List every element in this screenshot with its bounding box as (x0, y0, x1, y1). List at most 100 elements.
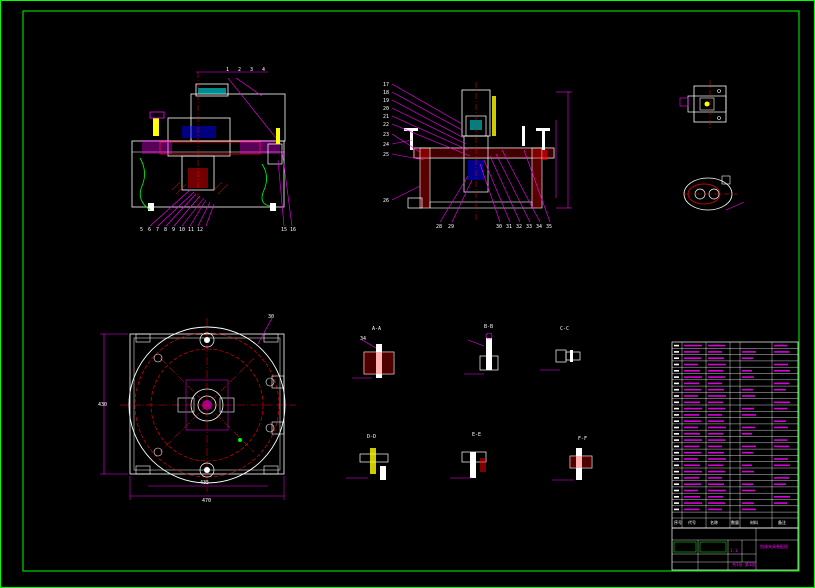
parts-list-entry-mark (742, 445, 756, 448)
section-label-b-b: B-B (484, 324, 493, 330)
callout-15: 15 (281, 227, 287, 233)
header-no: 序号 (674, 519, 682, 525)
callout-12: 12 (197, 227, 203, 233)
callout-11: 11 (188, 227, 194, 233)
parts-list-index-mark (674, 426, 679, 429)
callout-32: 32 (516, 224, 522, 230)
parts-list-index-mark (674, 489, 679, 492)
parts-list-entry-mark (708, 439, 725, 441)
parts-list-table (671, 341, 799, 529)
parts-list-entry-mark (774, 464, 790, 467)
plan-dimension-width: 470 (202, 498, 211, 504)
front-view (131, 71, 293, 227)
parts-list-index-mark (674, 433, 679, 435)
callout-24: 24 (383, 142, 389, 148)
parts-list-entry-mark (774, 351, 789, 353)
parts-list-entry-mark (708, 363, 726, 366)
detail-view-bottom (683, 175, 745, 211)
parts-list-entry-mark (684, 363, 698, 366)
title-block-name: 钻床夹具装配图 (760, 543, 788, 549)
callout-25: 25 (383, 152, 389, 158)
callout-3: 3 (250, 67, 253, 73)
parts-list-entry-mark (684, 370, 700, 372)
parts-list-entry-mark (774, 477, 789, 479)
side-view (391, 82, 572, 223)
parts-list-entry-mark (742, 451, 753, 454)
parts-list-entry-mark (742, 395, 755, 397)
parts-list-entry-mark (708, 470, 725, 473)
callout-34: 34 (536, 224, 542, 230)
title-block-scale: 1:1 (730, 548, 738, 553)
callout-5: 5 (140, 227, 143, 233)
header-qty: 数量 (731, 519, 739, 525)
parts-list-entry-mark (774, 426, 788, 429)
parts-list-entry-mark (774, 502, 787, 504)
front-view-callouts-bottom: 5 6 7 8 9 10 11 12 15 16 (140, 227, 296, 233)
parts-list-index-mark (674, 395, 679, 397)
parts-list-entry-mark (774, 496, 790, 498)
title-block-sheet: 共1张 第1张 (732, 561, 755, 567)
section-a-callout: 34 (360, 336, 366, 342)
parts-list-entry-mark (708, 357, 724, 359)
parts-list-index-mark (674, 420, 679, 422)
parts-list-entry-mark (708, 420, 724, 422)
section-label-a-a: A-A (372, 326, 381, 332)
callout-4: 4 (262, 67, 265, 73)
parts-list-entry-mark (684, 502, 702, 504)
parts-list-index-mark (674, 496, 679, 498)
parts-list-entry-mark (684, 508, 699, 511)
parts-list-entry-mark (684, 382, 699, 385)
parts-list-entry-mark (708, 458, 726, 460)
callout-16: 16 (290, 227, 296, 233)
section-c-c (540, 349, 581, 371)
header-name: 名称 (710, 519, 718, 525)
parts-list-entry-mark (708, 508, 722, 511)
callout-29: 29 (448, 224, 454, 230)
callout-28: 28 (436, 224, 442, 230)
header-material: 材料 (750, 519, 758, 525)
parts-list-entry-mark (684, 407, 702, 410)
parts-list-entry-mark (708, 502, 725, 504)
section-a-a (352, 339, 395, 379)
parts-list-entry-mark (708, 351, 722, 353)
parts-list-index-mark (674, 376, 679, 378)
section-label-c-c: C-C (560, 326, 569, 332)
parts-list-entry-mark (708, 426, 726, 429)
parts-list-entry-mark (742, 414, 756, 416)
callout-18: 18 (383, 90, 389, 96)
parts-list-index-mark (674, 357, 679, 359)
parts-list-entry-mark (684, 489, 698, 492)
section-label-e-e: E-E (472, 432, 481, 438)
callout-7: 7 (156, 227, 159, 233)
parts-list-entry-mark (742, 351, 756, 353)
parts-list-entry-mark (774, 344, 787, 347)
detail-view-top (679, 80, 727, 130)
callout-26: 26 (383, 198, 389, 204)
parts-list-index-mark (674, 388, 679, 391)
parts-list-entry-mark (684, 344, 702, 347)
parts-list-entry-mark (684, 351, 699, 353)
header-remarks: 备注 (778, 519, 786, 525)
parts-list-entry-mark (708, 401, 723, 404)
parts-list-index-mark (674, 502, 679, 504)
parts-list-entry-mark (742, 470, 754, 473)
plan-dimension-inner: 435 (200, 480, 209, 486)
parts-list-entry-mark (708, 376, 725, 378)
callout-10: 10 (179, 227, 185, 233)
section-label-d-d: D-D (367, 434, 376, 440)
parts-list-entry-mark (684, 477, 699, 479)
parts-list-entry-mark (684, 458, 698, 460)
parts-list-entry-mark (742, 502, 754, 504)
parts-list-index-mark (674, 508, 679, 511)
parts-list-entry-mark (708, 445, 722, 448)
parts-list-entry-mark (774, 458, 788, 460)
callout-31: 31 (506, 224, 512, 230)
parts-list-entry-mark (774, 382, 789, 385)
parts-list-entry-mark (742, 370, 752, 372)
section-f-f (552, 448, 593, 481)
parts-list-index-mark (674, 458, 679, 460)
parts-list-entry-mark (708, 464, 723, 467)
parts-list-entry-mark (708, 388, 724, 391)
parts-list-entry-mark (742, 508, 756, 511)
parts-list-entry-mark (774, 401, 790, 404)
